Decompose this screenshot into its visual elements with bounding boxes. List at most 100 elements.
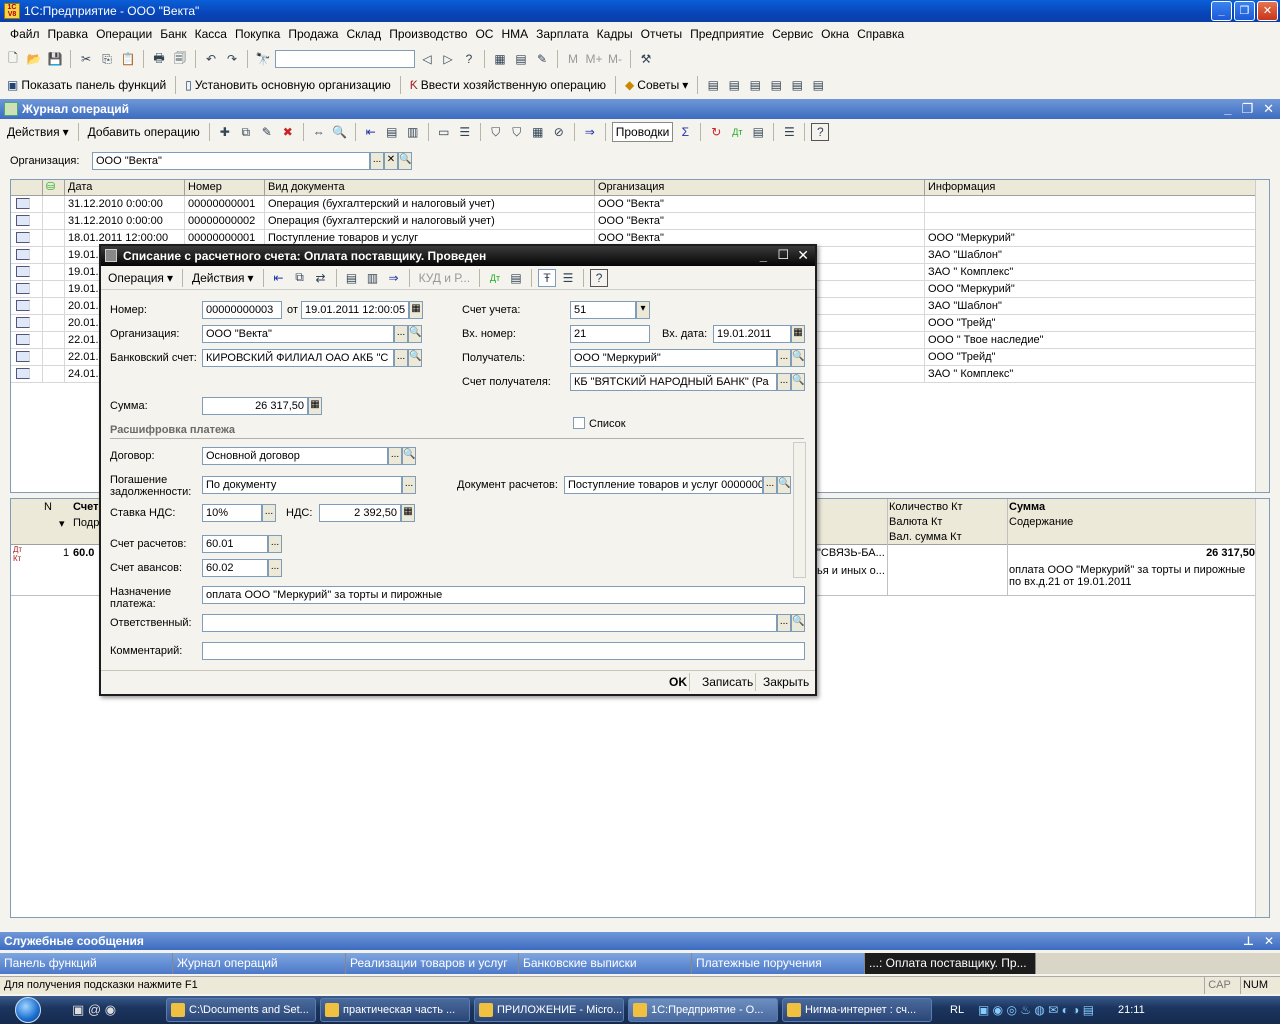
sum-calculator-icon[interactable]: ▦ bbox=[308, 397, 322, 415]
window-tab[interactable]: Платежные поручения bbox=[692, 953, 865, 974]
save-button[interactable]: Записать bbox=[702, 675, 753, 689]
menu-item-9[interactable]: ОС bbox=[471, 27, 497, 41]
copy-icon[interactable]: ⎘ bbox=[98, 50, 116, 68]
responsible-open-icon[interactable]: 🔍 bbox=[791, 614, 805, 632]
recipient-account-open-icon[interactable]: 🔍 bbox=[791, 373, 805, 391]
dialog-exchange-icon[interactable]: ⇄ bbox=[312, 269, 330, 287]
menu-item-15[interactable]: Сервис bbox=[768, 27, 817, 41]
menu-item-4[interactable]: Касса bbox=[191, 27, 231, 41]
col-doctype[interactable]: Вид документа bbox=[265, 180, 595, 195]
dialog-maximize-icon[interactable]: ☐ bbox=[777, 247, 789, 263]
list-checkbox[interactable] bbox=[573, 417, 585, 429]
menu-item-2[interactable]: Операции bbox=[92, 27, 156, 41]
redo-icon[interactable]: ↷ bbox=[223, 50, 241, 68]
calc-icon[interactable]: ▦ bbox=[491, 50, 509, 68]
org-filter-open-button[interactable]: 🔍 bbox=[398, 152, 412, 170]
menu-item-5[interactable]: Покупка bbox=[231, 27, 284, 41]
taskbar-item[interactable]: C:\Documents and Set... bbox=[166, 998, 316, 1022]
settings-list-icon[interactable]: ☰ bbox=[780, 123, 798, 141]
report-icon[interactable]: ▤ bbox=[749, 123, 767, 141]
dialog-based-icon[interactable]: ⇒ bbox=[385, 269, 403, 287]
repayment-select-button[interactable]: ... bbox=[402, 476, 416, 494]
settlement-doc-input[interactable]: Поступление товаров и услуг 0000000 bbox=[564, 476, 763, 494]
incoming-date-calendar-icon[interactable]: ▦ bbox=[791, 325, 805, 343]
taskbar-item[interactable]: ПРИЛОЖЕНИЕ - Micro... bbox=[474, 998, 624, 1022]
incoming-number-input[interactable]: 21 bbox=[570, 325, 650, 343]
taskbar-item[interactable]: 1С:Предприятие - О... bbox=[628, 998, 778, 1022]
back-icon[interactable]: ⇤ bbox=[362, 123, 380, 141]
minimize-button[interactable]: _ bbox=[1211, 1, 1232, 21]
dialog-list-icon[interactable]: ☰ bbox=[559, 269, 577, 287]
quick-launch-icons[interactable]: ▣ @ ◉ bbox=[56, 1002, 166, 1018]
close-button[interactable]: ✕ bbox=[1257, 1, 1278, 21]
print-icon[interactable]: 🖶 bbox=[150, 50, 168, 68]
postings-button[interactable]: Проводки bbox=[611, 122, 674, 142]
dialog-operation-menu[interactable]: Операция ▾ bbox=[105, 271, 176, 285]
journal-scrollbar[interactable] bbox=[1255, 180, 1269, 492]
maximize-button[interactable]: ❐ bbox=[1234, 1, 1255, 21]
recipient-account-select-button[interactable]: ... bbox=[777, 373, 791, 391]
dialog-kud-button[interactable]: КУД и Р... bbox=[416, 271, 473, 285]
m-minus-icon[interactable]: M- bbox=[606, 50, 624, 68]
post-icon[interactable]: ▤ bbox=[383, 123, 401, 141]
bank-open-icon[interactable]: 🔍 bbox=[408, 349, 422, 367]
taskbar-item[interactable]: Нигма-интернет : сч... bbox=[782, 998, 932, 1022]
org-filter-select-button[interactable]: ... bbox=[370, 152, 384, 170]
filter-icon[interactable]: ⛉ bbox=[487, 123, 505, 141]
pin-icon[interactable]: ⊥ bbox=[1243, 932, 1254, 950]
taskbar-item[interactable]: практическая часть ... bbox=[320, 998, 470, 1022]
col-number[interactable]: Номер bbox=[185, 180, 265, 195]
breakdown-scrollbar[interactable] bbox=[793, 442, 806, 578]
contract-open-icon[interactable]: 🔍 bbox=[402, 447, 416, 465]
clipboard-icon[interactable]: ✎ bbox=[533, 50, 551, 68]
incoming-date-input[interactable]: 19.01.2011 bbox=[713, 325, 791, 343]
close-dialog-button[interactable]: Закрыть bbox=[763, 675, 809, 689]
new-icon[interactable]: 🗋 bbox=[4, 50, 22, 68]
edit-icon[interactable]: ✎ bbox=[258, 123, 276, 141]
doc-icon-3[interactable]: ▤ bbox=[746, 76, 764, 94]
add-icon[interactable]: ✚ bbox=[216, 123, 234, 141]
search-prev-icon[interactable]: ◁ bbox=[418, 50, 436, 68]
responsible-input[interactable] bbox=[202, 614, 777, 632]
filter-list-icon[interactable]: ▦ bbox=[529, 123, 547, 141]
tips-button[interactable]: ◆ Советы ▾ bbox=[622, 78, 691, 92]
tools-icon[interactable]: ⚒ bbox=[637, 50, 655, 68]
unpost-icon[interactable]: ▥ bbox=[404, 123, 422, 141]
save-icon[interactable]: 💾 bbox=[46, 50, 64, 68]
window-tab[interactable]: ...: Оплата поставщику. Пр... bbox=[865, 953, 1036, 974]
table-row[interactable]: 31.12.2010 0:00:00 00000000001 Операция (б… bbox=[11, 196, 1269, 213]
doc-icon-1[interactable]: ▤ bbox=[704, 76, 722, 94]
contract-select-button[interactable]: ... bbox=[388, 447, 402, 465]
org-open-icon[interactable]: 🔍 bbox=[408, 325, 422, 343]
tray-icons[interactable]: ▣ ◉ ◎ ♨ ◍ ✉ ◐ ◑ ▤ bbox=[978, 1003, 1118, 1017]
advance-account-select-button[interactable]: ... bbox=[268, 559, 282, 577]
window-tab[interactable]: Панель функций bbox=[0, 953, 173, 974]
undo-icon[interactable]: ↶ bbox=[202, 50, 220, 68]
window-tab[interactable]: Журнал операций bbox=[173, 953, 346, 974]
recipient-open-icon[interactable]: 🔍 bbox=[791, 349, 805, 367]
number-input[interactable]: 00000000003 bbox=[202, 301, 282, 319]
vat-rate-input[interactable]: 10% bbox=[202, 504, 262, 522]
dialog-dtkt-icon[interactable]: Дт bbox=[486, 269, 504, 287]
sum-icon[interactable]: Σ bbox=[676, 123, 694, 141]
menu-item-12[interactable]: Кадры bbox=[593, 27, 637, 41]
dialog-report-icon[interactable]: ▤ bbox=[507, 269, 525, 287]
settlement-doc-select-button[interactable]: ... bbox=[763, 476, 777, 494]
menu-item-13[interactable]: Отчеты bbox=[637, 27, 686, 41]
comment-input[interactable] bbox=[202, 642, 805, 660]
enter-operation-button[interactable]: Ƙ Ввести хозяйственную операцию bbox=[407, 78, 609, 92]
toolbar-search-input[interactable] bbox=[275, 50, 415, 68]
menu-item-6[interactable]: Продажа bbox=[284, 27, 342, 41]
structure-icon[interactable]: ☰ bbox=[456, 123, 474, 141]
advance-account-input[interactable]: 60.02 bbox=[202, 559, 268, 577]
account-dropdown-icon[interactable]: ▾ bbox=[636, 301, 650, 319]
filter-clear-icon[interactable]: ⊘ bbox=[550, 123, 568, 141]
dialog-minimize-icon[interactable]: _ bbox=[760, 248, 767, 263]
cut-icon[interactable]: ✂ bbox=[77, 50, 95, 68]
date-calendar-icon[interactable]: ▦ bbox=[409, 301, 423, 319]
col-info[interactable]: Информация bbox=[925, 180, 1257, 195]
calendar-icon[interactable]: ▤ bbox=[512, 50, 530, 68]
dialog-copy-icon[interactable]: ⧉ bbox=[291, 269, 309, 287]
recipient-select-button[interactable]: ... bbox=[777, 349, 791, 367]
find-icon[interactable]: 🔭 bbox=[254, 50, 272, 68]
